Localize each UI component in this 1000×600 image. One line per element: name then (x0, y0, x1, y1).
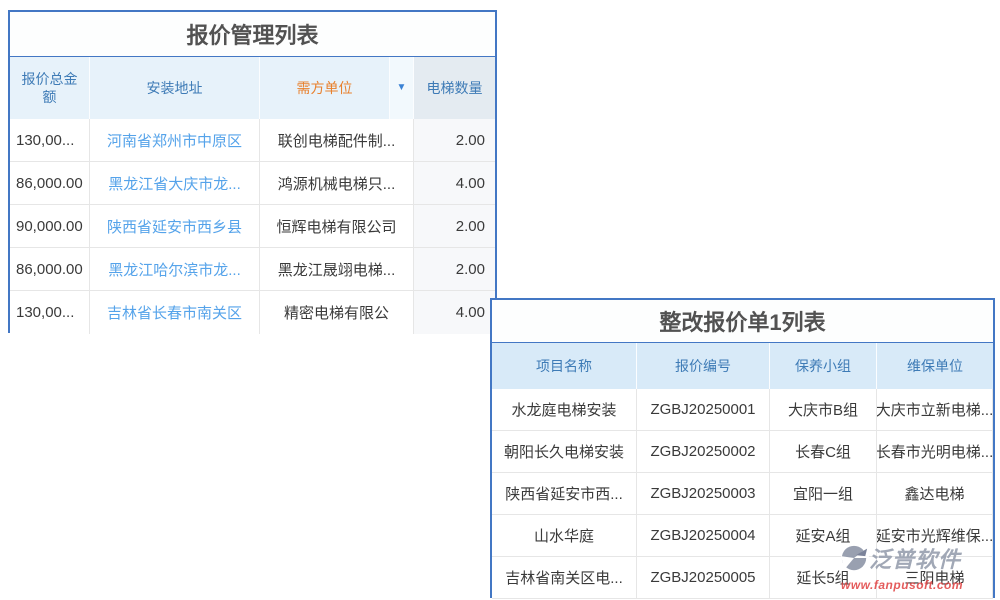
cell-total-amount: 130,00... (10, 291, 90, 334)
cell-buyer-unit: 联创电梯配件制... (260, 119, 414, 161)
table-row: 吉林省南关区电... ZGBJ20250005 延长5组 三阳电梯 (492, 557, 993, 599)
cell-quote-no: ZGBJ20250001 (637, 389, 770, 430)
cell-maintenance-team: 延安A组 (770, 515, 877, 556)
cell-maintenance-unit: 长春市光明电梯... (877, 431, 993, 472)
cell-install-address-link[interactable]: 河南省郑州市中原区 (90, 119, 260, 161)
cell-project-name: 陕西省延安市西... (492, 473, 637, 514)
column-header-maintenance-unit[interactable]: 维保单位 (877, 343, 993, 389)
table-row: 86,000.00 黑龙江哈尔滨市龙... 黑龙江晟翊电梯... 2.00 (10, 248, 495, 291)
rectify-table-header: 项目名称 报价编号 保养小组 维保单位 (492, 343, 993, 389)
column-header-elevator-count[interactable]: 电梯数量 (414, 57, 495, 119)
cell-elevator-count: 2.00 (414, 119, 495, 161)
column-dropdown-button[interactable]: ▼ (390, 57, 414, 119)
cell-project-name: 吉林省南关区电... (492, 557, 637, 598)
table-row: 水龙庭电梯安装 ZGBJ20250001 大庆市B组 大庆市立新电梯... (492, 389, 993, 431)
column-header-maintenance-team[interactable]: 保养小组 (770, 343, 877, 389)
cell-total-amount: 86,000.00 (10, 162, 90, 204)
column-header-total-amount[interactable]: 报价总金额 (10, 57, 90, 119)
cell-quote-no: ZGBJ20250004 (637, 515, 770, 556)
cell-install-address-link[interactable]: 黑龙江省大庆市龙... (90, 162, 260, 204)
column-header-buyer-unit[interactable]: 需方单位 (260, 57, 390, 119)
cell-total-amount: 90,000.00 (10, 205, 90, 247)
cell-quote-no: ZGBJ20250003 (637, 473, 770, 514)
chevron-down-icon: ▼ (397, 83, 407, 93)
table-row: 130,00... 吉林省长春市南关区 精密电梯有限公 4.00 (10, 291, 495, 334)
rectify-table-title: 整改报价单1列表 (492, 300, 993, 343)
cell-total-amount: 130,00... (10, 119, 90, 161)
cell-quote-no: ZGBJ20250005 (637, 557, 770, 598)
cell-buyer-unit: 恒辉电梯有限公司 (260, 205, 414, 247)
cell-project-name: 山水华庭 (492, 515, 637, 556)
quotation-management-table: 报价管理列表 报价总金额 安装地址 需方单位 ▼ 电梯数量 130,00... … (8, 10, 497, 333)
cell-maintenance-team: 大庆市B组 (770, 389, 877, 430)
cell-maintenance-unit: 三阳电梯 (877, 557, 993, 598)
cell-maintenance-unit: 鑫达电梯 (877, 473, 993, 514)
quotation-table-header: 报价总金额 安装地址 需方单位 ▼ 电梯数量 (10, 57, 495, 119)
cell-buyer-unit: 精密电梯有限公 (260, 291, 414, 334)
table-row: 86,000.00 黑龙江省大庆市龙... 鸿源机械电梯只... 4.00 (10, 162, 495, 205)
rectify-quotation-table: 整改报价单1列表 项目名称 报价编号 保养小组 维保单位 水龙庭电梯安装 ZGB… (490, 298, 995, 598)
quotation-table-title: 报价管理列表 (10, 12, 495, 57)
cell-elevator-count: 4.00 (414, 162, 495, 204)
cell-maintenance-unit: 延安市光辉维保... (877, 515, 993, 556)
cell-elevator-count: 2.00 (414, 205, 495, 247)
cell-project-name: 朝阳长久电梯安装 (492, 431, 637, 472)
table-row: 朝阳长久电梯安装 ZGBJ20250002 长春C组 长春市光明电梯... (492, 431, 993, 473)
cell-project-name: 水龙庭电梯安装 (492, 389, 637, 430)
table-row: 山水华庭 ZGBJ20250004 延安A组 延安市光辉维保... (492, 515, 993, 557)
column-header-quote-no[interactable]: 报价编号 (637, 343, 770, 389)
cell-quote-no: ZGBJ20250002 (637, 431, 770, 472)
cell-buyer-unit: 鸿源机械电梯只... (260, 162, 414, 204)
table-row: 90,000.00 陕西省延安市西乡县 恒辉电梯有限公司 2.00 (10, 205, 495, 248)
cell-elevator-count: 2.00 (414, 248, 495, 290)
cell-elevator-count: 4.00 (414, 291, 495, 334)
cell-maintenance-team: 长春C组 (770, 431, 877, 472)
table-row: 陕西省延安市西... ZGBJ20250003 宜阳一组 鑫达电梯 (492, 473, 993, 515)
cell-install-address-link[interactable]: 吉林省长春市南关区 (90, 291, 260, 334)
table-row: 130,00... 河南省郑州市中原区 联创电梯配件制... 2.00 (10, 119, 495, 162)
cell-buyer-unit: 黑龙江晟翊电梯... (260, 248, 414, 290)
cell-maintenance-unit: 大庆市立新电梯... (877, 389, 993, 430)
cell-maintenance-team: 延长5组 (770, 557, 877, 598)
cell-maintenance-team: 宜阳一组 (770, 473, 877, 514)
column-header-project-name[interactable]: 项目名称 (492, 343, 637, 389)
cell-install-address-link[interactable]: 陕西省延安市西乡县 (90, 205, 260, 247)
cell-total-amount: 86,000.00 (10, 248, 90, 290)
column-header-install-address[interactable]: 安装地址 (90, 57, 260, 119)
cell-install-address-link[interactable]: 黑龙江哈尔滨市龙... (90, 248, 260, 290)
